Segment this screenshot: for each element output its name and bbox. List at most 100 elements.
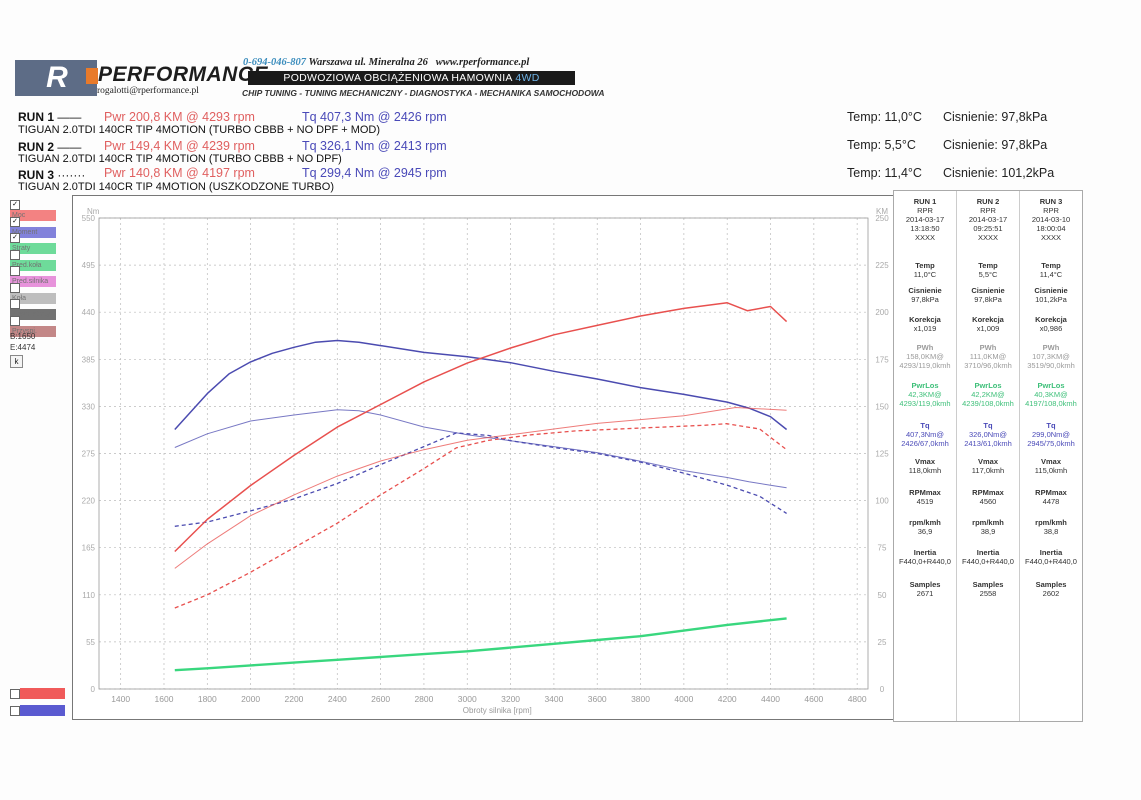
series-run3-power-km xyxy=(174,423,787,609)
legend-item[interactable]: ✓Moment xyxy=(10,216,67,238)
table-pwrlos: PwrLos 42,3KM@ 4293/119,0kmh xyxy=(899,381,951,408)
dyno-chart: 1400 1600 1800 2000 2200 2400 2600 2800 3000 3200… xyxy=(82,207,890,715)
table-pwh: PWh 107,3KM@ 3519/90,0kmh xyxy=(1027,343,1075,370)
table-correction: Korekcja x1,009 xyxy=(972,315,1004,333)
x-tick-label: 3600 xyxy=(588,694,607,704)
logo-email: rogalotti@rperformance.pl xyxy=(97,86,199,96)
run1-desc: TIGUAN 2.0TDI 140CR TIP 4MOTION (TURBO C… xyxy=(18,124,381,136)
table-rpmkmh: rpm/kmh 38,9 xyxy=(972,518,1004,536)
y-right-tick-label: 100 xyxy=(875,497,889,506)
bottom-toggle[interactable]: Moc xyxy=(10,688,70,700)
bottom-toggle-checkbox[interactable] xyxy=(10,705,20,716)
table-rpmmax: RPMmax 4519 xyxy=(909,488,941,506)
legend-checkbox[interactable] xyxy=(10,249,20,260)
y-left-tick-label: 440 xyxy=(82,308,96,317)
table-temp: Temp 11,0°C xyxy=(913,261,937,279)
x-tick-label: 3800 xyxy=(631,694,650,704)
legend-checkbox[interactable] xyxy=(10,266,20,277)
x-tick-label: 4800 xyxy=(848,694,867,704)
table-pressure: Cisnienie 101,2kPa xyxy=(1034,286,1068,304)
table-column: RUN 2 RPR 2014-03-17 09:25:51 XXXX Temp 5,5°C C… xyxy=(957,191,1019,721)
table-inertia: Inertia F440,0+R440,0 xyxy=(899,548,951,566)
y-right-tick-label: 25 xyxy=(878,638,887,647)
run3-label: RUN 3 ······· xyxy=(18,168,86,182)
contact-line: 0-694-046-807 Warszawa ul. Mineralna 26 … xyxy=(243,57,529,68)
table-samples: Samples 2558 xyxy=(972,580,1004,598)
table-run-header: RUN 1 RPR 2014-03-17 13:18:50 XXXX xyxy=(905,197,945,242)
y-right-label: KM xyxy=(876,207,888,216)
run1-temp: Temp: 11,0°C xyxy=(847,110,922,124)
x-tick-label: 2000 xyxy=(241,694,260,704)
contact-address: Warszawa ul. Mineralna 26 xyxy=(308,57,428,68)
run2-label: RUN 2 —— xyxy=(18,140,82,154)
x-tick-label: 4200 xyxy=(718,694,737,704)
legend-checkbox[interactable] xyxy=(10,315,20,326)
legend-checkbox[interactable]: ✓ xyxy=(10,200,20,211)
series-run2-power-km xyxy=(174,407,787,569)
contact-phone: 0-694-046-807 xyxy=(243,57,306,68)
table-pwh: PWh 111,0KM@ 3710/96,0kmh xyxy=(964,343,1012,370)
table-tq: Tq 407,3Nm@ 2426/67,0kmh xyxy=(901,421,949,448)
table-vmax: Vmax 117,0kmh xyxy=(971,457,1005,475)
table-correction: Korekcja x0,986 xyxy=(1035,315,1067,333)
run2-pressure: Cisnienie: 97,8kPa xyxy=(943,138,1048,152)
bottom-toggle-checkbox[interactable] xyxy=(10,688,20,699)
bottom-toggle-label: Nm xyxy=(20,705,65,716)
table-inertia: Inertia F440,0+R440,0 xyxy=(962,548,1014,566)
x-tick-label: 4400 xyxy=(761,694,780,704)
run1-torque: Tq 407,3 Nm @ 2426 rpm xyxy=(302,110,447,124)
series-run1-torque-nm xyxy=(174,339,788,431)
logo-mark: R xyxy=(15,60,97,96)
table-vmax: Vmax 118,0kmh xyxy=(908,457,942,475)
table-inertia: Inertia F440,0+R440,0 xyxy=(1025,548,1077,566)
x-tick-label: 1400 xyxy=(111,694,130,704)
x-tick-label: 1800 xyxy=(198,694,217,704)
run2-desc: TIGUAN 2.0TDI 140CR TIP 4MOTION (TURBO C… xyxy=(18,153,342,165)
table-tq: Tq 299,0Nm@ 2945/75,0kmh xyxy=(1027,421,1075,448)
x-tick-label: 2600 xyxy=(371,694,390,704)
bottom-toggle-label: Moc xyxy=(20,688,65,699)
run-table: RUN 1 RPR 2014-03-17 13:18:50 XXXX Temp 11,0°C… xyxy=(893,190,1083,722)
x-tick-label: 3000 xyxy=(458,694,477,704)
run2-temp: Temp: 5,5°C xyxy=(847,138,916,152)
y-right-tick-label: 175 xyxy=(875,355,889,364)
legend-item[interactable]: Przyspi. xyxy=(10,315,67,337)
y-right-tick-label: 50 xyxy=(878,591,887,600)
legend-checkbox[interactable] xyxy=(10,282,20,293)
legend-item[interactable]: Koła xyxy=(10,282,67,304)
table-temp: Temp 5,5°C xyxy=(978,261,998,279)
legend-item[interactable]: ✓Straty xyxy=(10,233,67,255)
legend-item[interactable]: Pred.koła xyxy=(10,249,67,271)
legend-item[interactable]: ✓Moc xyxy=(10,200,67,222)
x-tick-label: 3400 xyxy=(544,694,563,704)
run3-desc: TIGUAN 2.0TDI 140CR TIP 4MOTION (USZKODZ… xyxy=(18,181,334,193)
legend-checkbox[interactable]: ✓ xyxy=(10,216,20,227)
legend-checkbox[interactable] xyxy=(10,299,20,310)
y-left-tick-label: 220 xyxy=(82,497,96,506)
k-button[interactable]: k xyxy=(10,355,23,368)
y-right-tick-label: 0 xyxy=(880,685,885,694)
table-samples: Samples 2602 xyxy=(1035,580,1067,598)
series-run1-power-km xyxy=(174,302,788,553)
table-pwh: PWh 158,0KM@ 4293/119,0kmh xyxy=(899,343,951,370)
legend-item[interactable]: Zewn. straty xyxy=(10,299,67,321)
legend-item[interactable]: Pred.silnika xyxy=(10,266,67,288)
run1-power: Pwr 200,8 KM @ 4293 rpm xyxy=(104,110,255,124)
x-tick-label: 1600 xyxy=(155,694,174,704)
run3-temp: Temp: 11,4°C xyxy=(847,166,922,180)
table-correction: Korekcja x1,019 xyxy=(909,315,941,333)
y-left-tick-label: 0 xyxy=(91,685,96,694)
table-temp: Temp 11,4°C xyxy=(1039,261,1063,279)
run2-power: Pwr 149,4 KM @ 4239 rpm xyxy=(104,139,255,153)
series-run1-loss-km xyxy=(174,617,787,672)
contact-website: www.rperformance.pl xyxy=(435,57,530,68)
chart-frame: 1400 1600 1800 2000 2200 2400 2600 2800 3000 3200… xyxy=(72,195,895,720)
bottom-toggle[interactable]: Nm xyxy=(10,705,70,717)
banner-main: PODWOZIOWA OBCIĄŻENIOWA HAMOWNIA xyxy=(283,72,516,84)
table-pressure: Cisnienie 97,8kPa xyxy=(971,286,1005,304)
table-pwrlos: PwrLos 42,2KM@ 4239/108,0kmh xyxy=(962,381,1014,408)
legend-checkbox[interactable]: ✓ xyxy=(10,233,20,244)
y-right-tick-label: 75 xyxy=(878,544,887,553)
x-tick-label: 4600 xyxy=(804,694,823,704)
run3-torque: Tq 299,4 Nm @ 2945 rpm xyxy=(302,166,447,180)
